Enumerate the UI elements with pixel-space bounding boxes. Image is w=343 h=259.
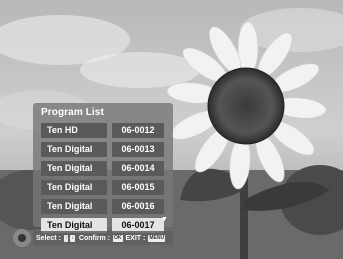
program-name: Ten Digital bbox=[41, 142, 107, 157]
program-name: Ten HD bbox=[41, 123, 107, 138]
program-number: 06-0016 bbox=[112, 199, 164, 214]
program-row[interactable]: Ten Digital 06-0016 bbox=[41, 199, 165, 214]
help-bar: Select : ↑ ↓ Confirm : OK EXIT : MENU bbox=[33, 231, 173, 245]
program-list: Ten HD 06-0012 Ten Digital 06-0013 Ten D… bbox=[41, 123, 165, 237]
program-number: 06-0015 bbox=[112, 180, 164, 195]
menu-key-icon: MENU bbox=[148, 234, 166, 242]
down-arrow-key-icon: ↓ bbox=[70, 234, 75, 242]
program-number: 06-0014 bbox=[112, 161, 164, 176]
confirm-label: Confirm : bbox=[78, 234, 111, 242]
program-list-panel: Program List Ten HD 06-0012 Ten Digital … bbox=[33, 103, 173, 233]
program-row[interactable]: Ten HD 06-0012 bbox=[41, 123, 165, 138]
program-row[interactable]: Ten Digital 06-0013 bbox=[41, 142, 165, 157]
program-name: Ten Digital bbox=[41, 180, 107, 195]
program-number: 06-0012 bbox=[112, 123, 164, 138]
program-row[interactable]: Ten Digital 06-0014 bbox=[41, 161, 165, 176]
program-number: 06-0013 bbox=[112, 142, 164, 157]
ok-key-icon: OK bbox=[113, 234, 123, 242]
program-name: Ten Digital bbox=[41, 161, 107, 176]
scroll-down-arrow-icon[interactable]: ▼ bbox=[161, 216, 168, 223]
tv-screen: Program List Ten HD 06-0012 Ten Digital … bbox=[0, 0, 343, 259]
select-label: Select : bbox=[36, 234, 61, 242]
program-list-title: Program List bbox=[41, 107, 104, 118]
exit-label: EXIT : bbox=[125, 234, 146, 242]
program-name: Ten Digital bbox=[41, 199, 107, 214]
program-row[interactable]: Ten Digital 06-0015 bbox=[41, 180, 165, 195]
up-arrow-key-icon: ↑ bbox=[63, 234, 69, 242]
